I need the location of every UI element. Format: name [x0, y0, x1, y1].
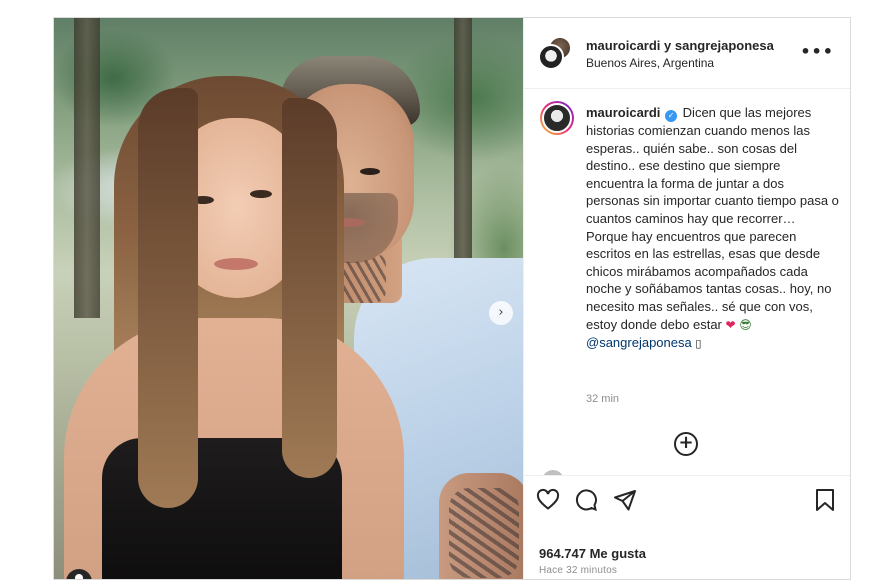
load-more-comments-button[interactable]: + [674, 432, 698, 456]
more-options-button[interactable]: ••• [800, 42, 834, 61]
likes-count[interactable]: 964.747 Me gusta [539, 546, 646, 561]
caption-timestamp: 32 min [586, 393, 620, 405]
post-timestamp: Hace 32 minutos [539, 565, 618, 576]
post-caption: mauroicardi ✓ Dicen que las mejores hist… [586, 104, 841, 353]
heart-emoji-icon: ❤ [725, 317, 736, 332]
collab-avatars[interactable] [538, 36, 572, 70]
verified-badge-icon: ✓ [665, 110, 678, 122]
heart-icon[interactable] [536, 488, 560, 512]
comment-icon[interactable] [574, 488, 598, 512]
action-bar: 964.747 Me gusta Hace 32 minutos [524, 475, 850, 579]
post-authors[interactable]: mauroicardi y sangrejaponesa [586, 38, 774, 53]
comments-section: mauroicardi ✓ Dicen que las mejores hist… [524, 90, 850, 475]
caption-avatar[interactable] [540, 101, 574, 135]
avatar-mauroicardi [538, 44, 564, 70]
share-icon[interactable] [613, 488, 637, 512]
post-header: mauroicardi y sangrejaponesa Buenos Aire… [524, 18, 850, 89]
sunglasses-emoji-icon: 😎 [739, 317, 752, 332]
mention-link[interactable]: @sangrejaponesa [586, 335, 692, 350]
caption-username[interactable]: mauroicardi [586, 105, 660, 120]
instagram-post: › mauroicardi y sangrejaponesa Buenos Ai… [53, 17, 851, 580]
carousel-next-button[interactable]: › [489, 301, 513, 325]
post-location[interactable]: Buenos Aires, Argentina [586, 56, 714, 70]
bookmark-icon[interactable] [814, 488, 836, 512]
post-side-panel: mauroicardi y sangrejaponesa Buenos Aire… [523, 18, 850, 579]
caption-text: Dicen que las mejores historias comienza… [586, 105, 839, 332]
unsupported-glyph-icon: ▯ [695, 337, 702, 351]
user-icon [75, 574, 83, 579]
post-photo[interactable]: › [54, 18, 523, 579]
